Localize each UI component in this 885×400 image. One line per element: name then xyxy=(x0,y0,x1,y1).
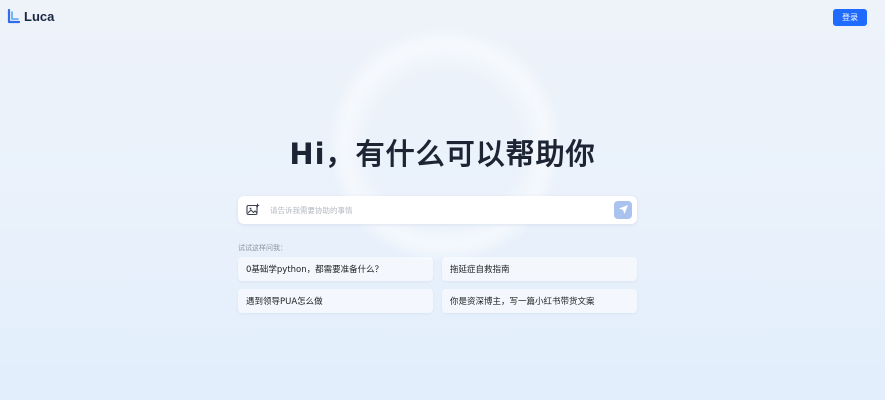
send-icon xyxy=(618,203,629,218)
search-input[interactable] xyxy=(270,205,600,215)
suggestion-card[interactable]: 遇到领导PUA怎么做 xyxy=(238,289,433,313)
suggestion-card[interactable]: 0基础学python，都需要准备什么？ xyxy=(238,257,433,281)
suggestion-card[interactable]: 你是资深博主，写一篇小红书带货文案 xyxy=(442,289,637,313)
logo-text: Luca xyxy=(24,9,55,24)
suggestion-card[interactable]: 拖延症自救指南 xyxy=(442,257,637,281)
suggestions-label: 试试这样问我： xyxy=(238,244,287,252)
luca-logo-icon xyxy=(7,9,20,24)
send-button[interactable] xyxy=(614,201,632,219)
login-button[interactable]: 登录 xyxy=(833,9,867,26)
search-box[interactable] xyxy=(238,196,637,224)
page-title: Hi，有什么可以帮助你 xyxy=(289,137,596,171)
logo[interactable]: Luca xyxy=(7,9,54,24)
image-upload-icon[interactable] xyxy=(246,203,260,217)
